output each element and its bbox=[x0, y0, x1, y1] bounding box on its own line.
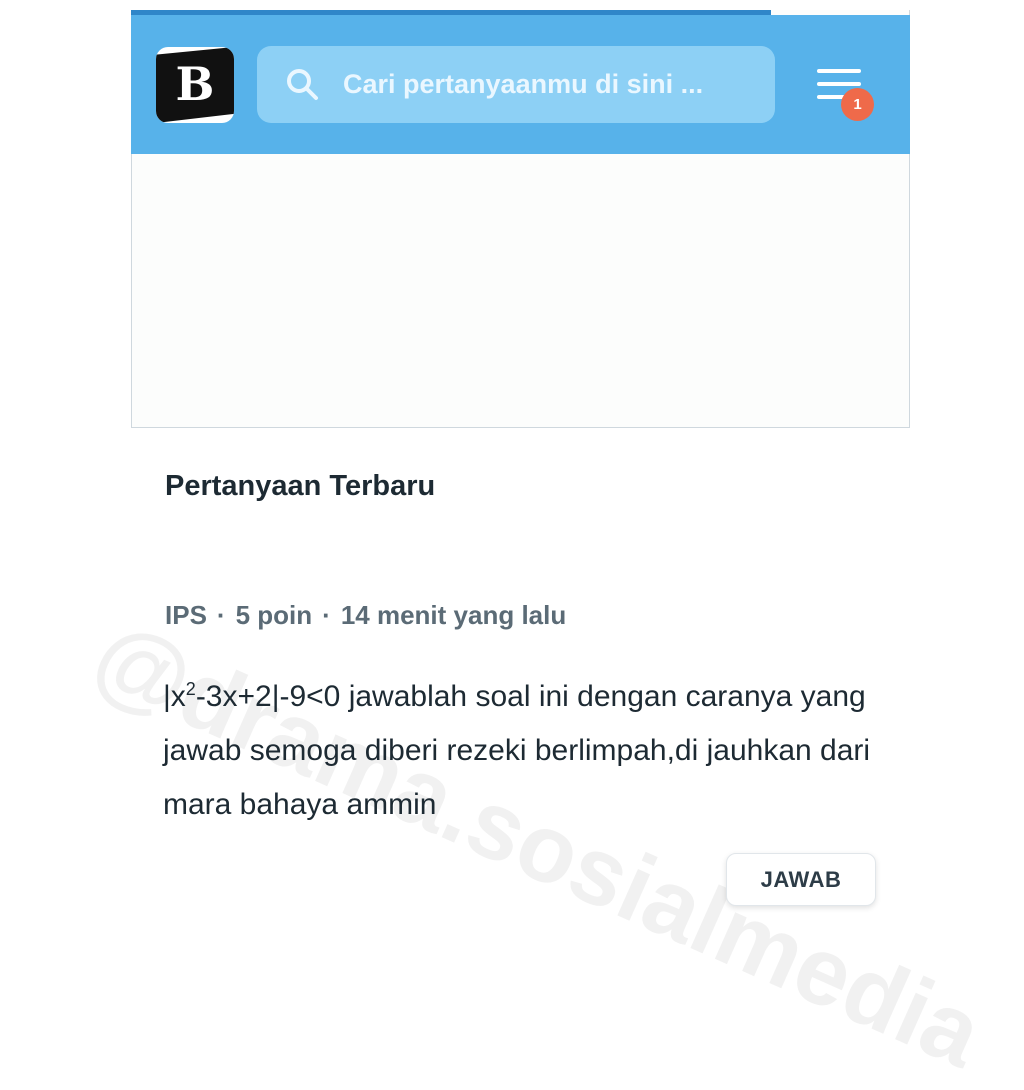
search-input[interactable] bbox=[343, 69, 763, 100]
menu-icon bbox=[817, 69, 861, 73]
search-bar[interactable] bbox=[257, 46, 775, 123]
brainly-logo[interactable]: B bbox=[156, 47, 234, 123]
app-header: B 1 bbox=[131, 15, 910, 154]
answer-button[interactable]: JAWAB bbox=[726, 853, 876, 906]
question-text-rest: -3x+2|-9<0 jawablah soal ini dengan cara… bbox=[163, 680, 871, 821]
question-text[interactable]: |x2-3x+2|-9<0 jawablah soal ini dengan c… bbox=[163, 670, 893, 832]
logo-letter: B bbox=[175, 57, 215, 111]
exponent: 2 bbox=[185, 679, 196, 699]
notification-badge: 1 bbox=[841, 88, 874, 121]
question-meta: IPS · 5 poin · 14 menit yang lalu bbox=[165, 600, 566, 631]
points-label: 5 poin bbox=[235, 600, 313, 630]
search-icon bbox=[287, 68, 318, 100]
time-label: 14 menit yang lalu bbox=[340, 600, 567, 630]
question-text-start: |x bbox=[163, 680, 186, 713]
menu-icon-line bbox=[817, 82, 861, 86]
meta-separator: · bbox=[322, 600, 331, 630]
section-title: Pertanyaan Terbaru bbox=[165, 470, 436, 502]
subject-label[interactable]: IPS bbox=[165, 600, 207, 630]
meta-separator: · bbox=[216, 600, 226, 630]
